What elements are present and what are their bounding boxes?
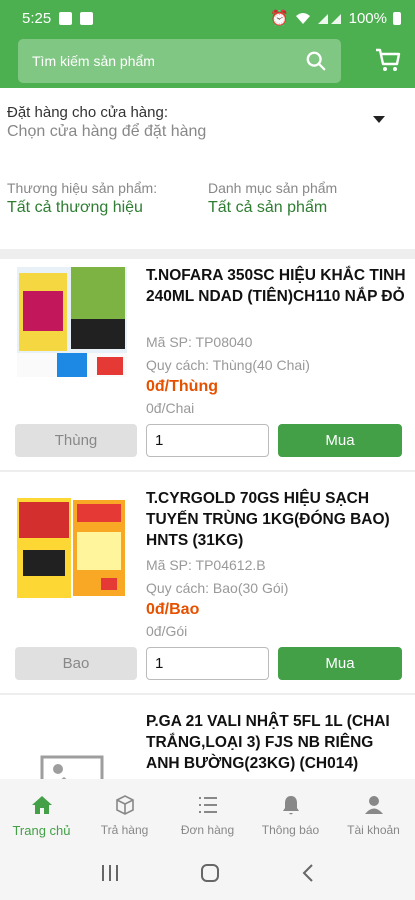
- person-icon: [364, 796, 383, 814]
- return-box-icon: [115, 795, 134, 815]
- unit-select-button[interactable]: Bao: [15, 647, 137, 680]
- product-price: 0đ/Bao: [146, 601, 200, 618]
- wifi-icon: [295, 13, 310, 24]
- product-price: 0đ/Thùng: [146, 378, 218, 395]
- alarm-icon: ⏰: [269, 10, 289, 27]
- cart-icon[interactable]: [374, 46, 402, 74]
- nav-label: Đơn hàng: [180, 823, 235, 837]
- nav-label: Thông báo: [261, 823, 320, 837]
- bottom-nav: Trang chủ Trả hàng Đơn hàng Thông báo Tà…: [0, 779, 415, 845]
- signal-icon: [317, 14, 341, 24]
- unit-select-button[interactable]: Thùng: [15, 424, 137, 457]
- divider: [0, 693, 415, 695]
- image-placeholder-icon: [40, 755, 104, 779]
- battery-level: 100%: [348, 9, 387, 27]
- nav-label: Tài khoản: [347, 823, 400, 837]
- dropdown-arrow-icon[interactable]: [373, 116, 385, 123]
- nav-returns[interactable]: Trả hàng: [83, 779, 166, 845]
- bell-icon: [282, 796, 299, 815]
- search-icon[interactable]: [305, 50, 327, 72]
- search-placeholder: Tìm kiếm sản phẩm: [32, 53, 155, 69]
- system-nav-bar: [0, 845, 415, 900]
- filters: Thương hiệu sản phẩm: Tất cả thương hiệu…: [7, 180, 412, 217]
- nav-label: Trả hàng: [100, 823, 149, 837]
- nav-label: Trang chủ: [12, 823, 71, 838]
- product-name[interactable]: T.CYRGOLD 70GS HIỆU SẠCH TUYẾN TRÙNG 1KG…: [146, 488, 408, 551]
- brand-filter-value[interactable]: Tất cả thương hiệu: [7, 199, 208, 217]
- product-image[interactable]: [17, 267, 127, 377]
- recent-apps-icon[interactable]: [100, 864, 120, 882]
- nav-account[interactable]: Tài khoản: [332, 779, 415, 845]
- store-selector[interactable]: Đặt hàng cho cửa hàng: Chọn cửa hàng để …: [7, 104, 407, 141]
- product-sub-price: 0đ/Chai: [146, 400, 195, 416]
- category-filter-label: Danh mục sản phẩm: [208, 180, 338, 196]
- brand-filter[interactable]: Thương hiệu sản phẩm: Tất cả thương hiệu: [7, 180, 208, 217]
- home-button-icon[interactable]: [200, 863, 220, 883]
- order-list-icon: [198, 797, 217, 813]
- buy-button[interactable]: Mua: [278, 424, 402, 457]
- category-filter[interactable]: Danh mục sản phẩm Tất cả sản phẩm: [208, 180, 409, 217]
- divider: [0, 470, 415, 472]
- product-name[interactable]: P.GA 21 VALI NHẬT 5FL 1L (CHAI TRẮNG,LOẠ…: [146, 711, 408, 774]
- search-input[interactable]: Tìm kiếm sản phẩm: [18, 39, 341, 83]
- quantity-input[interactable]: 1: [146, 647, 269, 680]
- home-icon: [31, 796, 52, 814]
- status-time: 5:25: [22, 9, 52, 27]
- product-spec: Quy cách: Bao(30 Gói): [146, 580, 289, 596]
- category-filter-value[interactable]: Tất cả sản phẩm: [208, 199, 409, 217]
- store-label: Đặt hàng cho cửa hàng:: [7, 104, 168, 121]
- product-code: Mã SP: TP04612.B: [146, 557, 266, 573]
- product-code: Mã SP: TP08040: [146, 334, 253, 350]
- brand-filter-label: Thương hiệu sản phẩm:: [7, 180, 158, 196]
- product-image[interactable]: [17, 492, 127, 602]
- nav-home[interactable]: Trang chủ: [0, 779, 83, 845]
- product-sub-price: 0đ/Gói: [146, 623, 188, 639]
- gallery-icon: [80, 11, 94, 25]
- product-card[interactable]: P.GA 21 VALI NHẬT 5FL 1L (CHAI TRẮNG,LOẠ…: [0, 705, 415, 779]
- notification-icon: [59, 11, 73, 25]
- product-name[interactable]: T.NOFARA 350SC HIỆU KHẮC TINH 240ML NDAD…: [146, 265, 408, 307]
- quantity-input[interactable]: 1: [146, 424, 269, 457]
- status-bar: 5:25 ⏰ 100%: [0, 0, 415, 36]
- app-header: Tìm kiếm sản phẩm: [0, 36, 415, 88]
- section-divider: [0, 249, 415, 259]
- battery-icon: [393, 11, 401, 25]
- buy-button[interactable]: Mua: [278, 647, 402, 680]
- nav-notifications[interactable]: Thông báo: [249, 779, 332, 845]
- nav-orders[interactable]: Đơn hàng: [166, 779, 249, 845]
- back-icon[interactable]: [301, 863, 315, 883]
- product-spec: Quy cách: Thùng(40 Chai): [146, 357, 310, 373]
- store-value: Chọn cửa hàng để đặt hàng: [7, 123, 207, 140]
